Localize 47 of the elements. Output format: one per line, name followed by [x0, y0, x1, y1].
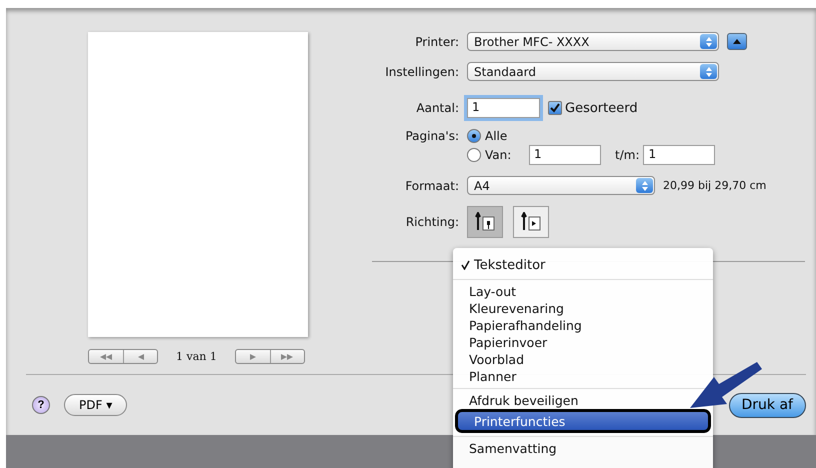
preset-dropdown[interactable]: Standaard: [467, 62, 719, 81]
field-label: Printer:: [414, 34, 459, 48]
menu-item[interactable]: Kleurevenaring: [453, 300, 713, 317]
portrait-button[interactable]: [467, 206, 503, 238]
radio-button[interactable]: [467, 129, 481, 143]
landscape-button[interactable]: [513, 206, 549, 238]
triangle-icon: [138, 354, 144, 360]
menu-item[interactable]: Planner: [453, 368, 713, 385]
triangle-icon: [250, 354, 256, 360]
menu-item[interactable]: Printerfuncties: [455, 409, 711, 433]
pdf-button[interactable]: PDF ▾: [64, 394, 128, 416]
menu-item[interactable]: Papierinvoer: [453, 334, 713, 351]
radio-label: Van:: [485, 148, 512, 162]
printer-dropdown[interactable]: Brother MFC- XXXX: [467, 32, 719, 51]
menu-item[interactable]: Samenvatting: [453, 440, 713, 457]
help-button[interactable]: ?: [32, 396, 50, 414]
field-label: Formaat:: [404, 178, 459, 192]
field-label: Pagina's:: [404, 129, 459, 143]
radio-button[interactable]: [467, 148, 481, 162]
copies-field[interactable]: 1: [467, 98, 540, 118]
checkmark-icon: [461, 260, 470, 270]
from-page-field[interactable]: 1: [529, 145, 601, 165]
checkbox-label: Gesorteerd: [565, 100, 638, 116]
paper-dimensions: 20,99 bij 29,70 cm: [663, 179, 766, 192]
stepper-icon: [642, 180, 648, 190]
paper-size-dropdown[interactable]: A4: [467, 176, 655, 195]
stepper-icon: [706, 36, 712, 46]
expand-button[interactable]: [727, 33, 747, 50]
menu-item[interactable]: Voorblad: [453, 351, 713, 368]
stepper-icon: [706, 66, 712, 76]
to-page-field[interactable]: 1: [643, 145, 716, 165]
radio-label: Alle: [485, 129, 508, 143]
menu-item[interactable]: Papierafhandeling: [453, 317, 713, 334]
field-label: Aantal:: [415, 101, 459, 115]
landscape-page-icon: [521, 212, 541, 232]
field-label: t/m:: [615, 148, 640, 162]
field-label: Richting:: [404, 215, 459, 229]
menu-item[interactable]: Teksteditor: [453, 254, 713, 276]
triangle-icon: [733, 39, 741, 44]
double-triangle-icon: [281, 354, 294, 360]
field-label: Instellingen:: [384, 64, 459, 78]
collated-checkbox[interactable]: [548, 101, 562, 115]
print-button[interactable]: Druk af: [728, 392, 806, 418]
double-triangle-icon: [100, 354, 112, 360]
checkmark-icon: [550, 103, 560, 113]
menu-item[interactable]: Lay-out: [453, 283, 713, 300]
page-indicator: 1 van 1: [176, 350, 217, 363]
